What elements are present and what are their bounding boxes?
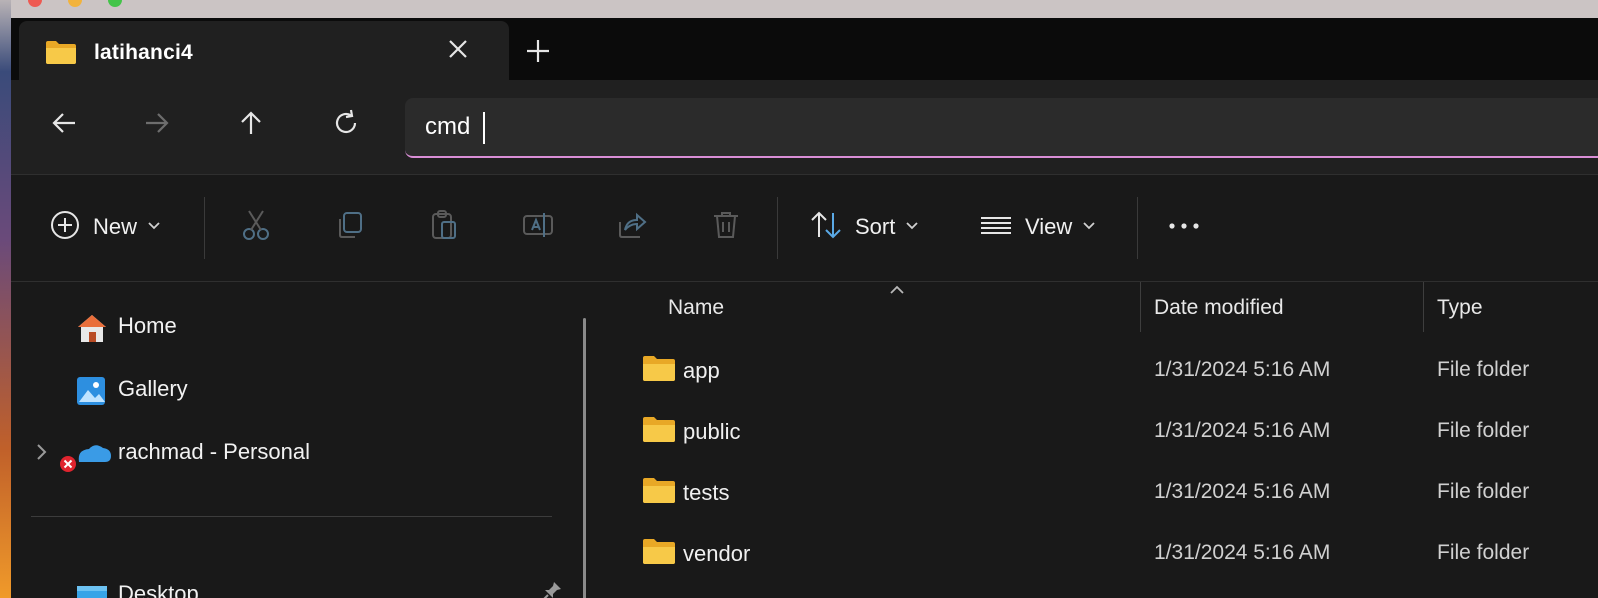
trash-icon <box>709 208 743 247</box>
view-label: View <box>1025 214 1073 239</box>
navigation-bar <box>11 80 1598 174</box>
file-row-vendor[interactable]: vendor 1/31/2024 5:16 AM File folder <box>608 525 1598 581</box>
column-header-date-modified[interactable]: Date modified <box>1154 296 1284 320</box>
share-button[interactable] <box>615 205 649 249</box>
file-list: Name Date modified Type app 1/31/2024 5:… <box>608 282 1598 598</box>
nav-pane-scrollbar[interactable] <box>583 318 586 598</box>
more-options-button[interactable] <box>1167 205 1201 249</box>
view-button[interactable]: View <box>979 205 1096 249</box>
sort-button[interactable]: Sort <box>809 205 919 249</box>
column-header-type[interactable]: Type <box>1437 296 1483 320</box>
refresh-button[interactable] <box>331 108 361 138</box>
address-bar[interactable] <box>405 98 1598 158</box>
minimize-dot-icon[interactable] <box>68 0 82 7</box>
file-explorer-window: latihanci4 cmd New Sort View Home Galler… <box>11 18 1598 598</box>
folder-icon <box>642 476 676 509</box>
new-tab-button[interactable] <box>523 36 553 66</box>
file-type: File folder <box>1437 480 1530 503</box>
sort-ascending-icon <box>888 283 906 301</box>
file-row-app[interactable]: app 1/31/2024 5:16 AM File folder <box>608 342 1598 398</box>
file-name: tests <box>683 480 730 505</box>
nav-item-label: Gallery <box>118 376 188 401</box>
file-row-tests[interactable]: tests 1/31/2024 5:16 AM File folder <box>608 464 1598 520</box>
new-button[interactable]: New <box>49 205 161 249</box>
nav-item-gallery[interactable]: Gallery <box>11 367 571 411</box>
nav-divider <box>31 516 552 517</box>
navigation-pane: Home Gallery rachmad - Personal Desktop <box>11 282 607 598</box>
nav-item-onedrive[interactable]: rachmad - Personal <box>11 430 571 474</box>
share-icon <box>615 208 649 247</box>
delete-button[interactable] <box>709 205 743 249</box>
command-bar: New Sort View <box>11 175 1598 281</box>
up-button[interactable] <box>236 108 266 138</box>
file-name: vendor <box>683 541 751 566</box>
file-row-public[interactable]: public 1/31/2024 5:16 AM File folder <box>608 403 1598 459</box>
chevron-down-icon <box>1082 218 1096 236</box>
divider <box>204 197 205 259</box>
plus-circle-icon <box>49 209 81 246</box>
back-button[interactable] <box>49 108 79 138</box>
close-tab-icon[interactable] <box>445 36 471 62</box>
nav-item-label: Home <box>118 313 177 338</box>
folder-icon <box>642 415 676 448</box>
nav-item-home[interactable]: Home <box>11 304 571 348</box>
paste-icon <box>427 208 461 247</box>
gallery-icon <box>75 375 109 405</box>
desktop-wallpaper-strip <box>0 0 11 598</box>
zoom-dot-icon[interactable] <box>108 0 122 7</box>
new-label: New <box>93 214 138 239</box>
nav-item-label: Desktop <box>118 581 199 598</box>
file-date: 1/31/2024 5:16 AM <box>1154 541 1331 564</box>
file-type: File folder <box>1437 358 1530 381</box>
nav-item-label: rachmad - Personal <box>118 439 310 464</box>
divider <box>1137 197 1138 259</box>
desktop-icon <box>75 580 109 598</box>
close-dot-icon[interactable] <box>28 0 42 7</box>
column-divider[interactable] <box>1140 282 1141 332</box>
text-caret <box>483 112 485 144</box>
home-icon <box>75 312 109 342</box>
chevron-right-icon[interactable] <box>35 442 49 467</box>
sort-icon <box>809 208 843 247</box>
file-date: 1/31/2024 5:16 AM <box>1154 480 1331 503</box>
pin-icon[interactable] <box>541 580 563 598</box>
rename-button[interactable] <box>521 205 555 249</box>
rename-icon <box>521 208 555 247</box>
file-type: File folder <box>1437 541 1530 564</box>
address-input[interactable] <box>425 112 1325 142</box>
column-divider[interactable] <box>1423 282 1424 332</box>
more-icon <box>1167 218 1201 236</box>
chevron-down-icon <box>905 218 919 236</box>
forward-button[interactable] <box>142 108 172 138</box>
chevron-down-icon <box>147 218 161 236</box>
folder-icon <box>642 537 676 570</box>
desktop-top-strip <box>0 0 1598 18</box>
file-name: public <box>683 419 741 444</box>
tab-bar: latihanci4 <box>11 18 1598 80</box>
column-header-name[interactable]: Name <box>668 296 724 320</box>
folder-icon <box>45 39 77 70</box>
copy-icon <box>333 208 367 247</box>
cut-button[interactable] <box>239 205 273 249</box>
onedrive-icon <box>53 438 113 472</box>
copy-button[interactable] <box>333 205 367 249</box>
file-name: app <box>683 358 720 383</box>
folder-icon <box>642 354 676 387</box>
paste-button[interactable] <box>427 205 461 249</box>
sort-label: Sort <box>855 214 896 239</box>
view-icon <box>979 208 1013 247</box>
tab-latihanci4[interactable]: latihanci4 <box>19 21 509 80</box>
cut-icon <box>239 208 273 247</box>
nav-item-desktop[interactable]: Desktop <box>11 572 571 598</box>
file-date: 1/31/2024 5:16 AM <box>1154 358 1331 381</box>
file-date: 1/31/2024 5:16 AM <box>1154 419 1331 442</box>
tab-title: latihanci4 <box>94 41 193 64</box>
file-type: File folder <box>1437 419 1530 442</box>
divider <box>777 197 778 259</box>
